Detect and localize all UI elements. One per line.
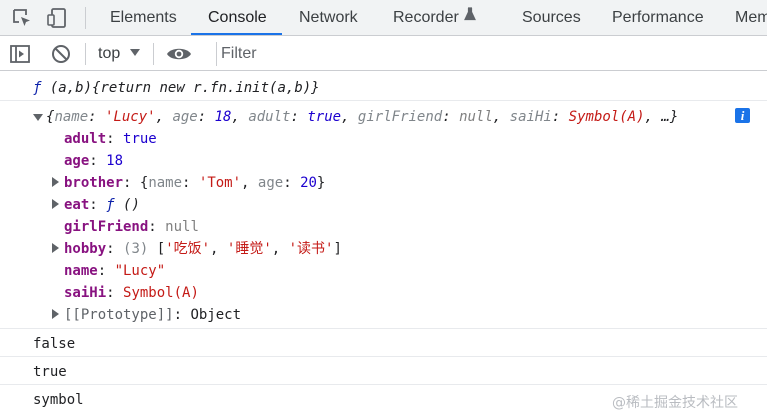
tab-performance[interactable]: Performance [612,0,704,36]
prop-saihi[interactable]: saiHi: Symbol(A) [64,282,664,304]
array-item: '吃饭' [165,241,211,257]
array-item: '睡觉' [226,241,272,257]
filter-input[interactable] [217,42,757,66]
message-divider [0,384,767,385]
prop-name[interactable]: name: "Lucy" [64,260,664,282]
prop-girlfriend[interactable]: girlFriend: null [64,216,664,238]
prop-key: name [64,263,98,279]
function-body: {return new r.fn.init(a,b)} [92,80,320,96]
prop-age[interactable]: age: 18 [64,150,664,172]
console-toolbar: top [0,36,767,71]
log-false[interactable]: false [33,333,333,355]
device-toolbar-icon[interactable] [46,7,68,29]
prop-key: brother [64,175,124,191]
summary-key-age: age [172,109,198,125]
function-params: (a,b) [49,80,93,96]
summary-key-name: name [54,109,89,125]
tab-network[interactable]: Network [299,0,358,36]
array-item: '读书' [288,241,334,257]
function-keyword: ƒ [106,197,115,213]
brace-close: } [316,175,326,191]
sidebar-toggle-icon[interactable] [9,43,31,65]
tabbar-divider [85,7,86,29]
summary-val-girlfriend: null [459,109,493,125]
prop-adult[interactable]: adult: true [64,128,664,150]
prop-key: [[Prototype]] [64,307,174,323]
prop-value: "Lucy" [114,263,166,279]
summary-val-adult: true [307,109,342,125]
inner-key-age: age [257,175,284,191]
prop-key: adult [64,131,107,147]
log-text: false [33,336,76,352]
prop-value: true [123,131,157,147]
summary-key-saihi: saiHi [509,109,552,125]
message-divider [0,328,767,329]
prop-key: age [64,153,90,169]
object-summary[interactable]: {name: 'Lucy', age: 18, adult: true, gir… [46,106,736,128]
inner-key-name: name [148,175,183,191]
toolbar-divider [153,43,154,65]
prop-key: saiHi [64,285,107,301]
function-keyword: ƒ [33,80,42,96]
tab-recorder[interactable]: Recorder [393,0,476,36]
info-icon[interactable]: i [735,108,750,123]
expand-arrow-icon[interactable] [52,309,59,319]
prop-key: girlFriend [64,219,149,235]
summary-val-name: 'Lucy' [105,109,156,125]
prop-brother[interactable]: brother: {name: 'Tom', age: 20} [64,172,664,194]
expand-arrow-icon[interactable] [52,199,59,209]
inner-val-name: 'Tom' [198,175,242,191]
summary-val-age: 18 [214,109,232,125]
eye-icon[interactable] [166,45,192,63]
devtools-tabbar: Elements Console Network Recorder Source… [0,0,767,36]
watermark: @稀土掘金技术社区 [612,395,738,411]
toolbar-divider [85,43,86,65]
prop-value: null [165,219,199,235]
filter-box [216,42,767,66]
prop-value: Symbol(A) [123,285,199,301]
tab-memory[interactable]: Mem [735,0,767,36]
inner-val-age: 20 [300,175,317,191]
tab-elements[interactable]: Elements [110,0,177,36]
log-true[interactable]: true [33,361,333,383]
tab-sources[interactable]: Sources [522,0,581,36]
prop-value: Object [190,307,242,323]
flask-icon [463,0,476,34]
prop-value: 18 [106,153,124,169]
array-count: (3) [123,241,149,257]
prop-key: hobby [64,241,107,257]
message-divider [0,100,767,101]
tab-recorder-label: Recorder [393,9,459,26]
prop-key: eat [64,197,90,213]
prop-prototype[interactable]: [[Prototype]]: Object [64,304,664,326]
prop-eat[interactable]: eat: ƒ () [64,194,664,216]
summary-key-adult: adult [248,109,291,125]
summary-key-girlfriend: girlFriend [357,109,443,125]
clear-console-icon[interactable] [50,43,72,65]
expand-arrow-icon[interactable] [33,114,43,121]
chevron-down-icon[interactable] [130,49,140,56]
context-selector[interactable]: top [98,36,120,71]
expand-arrow-icon[interactable] [52,177,59,187]
log-function[interactable]: ƒ (a,b){return new r.fn.init(a,b)} [33,77,733,99]
prop-hobby[interactable]: hobby: (3) ['吃饭', '睡觉', '读书'] [64,238,684,260]
tab-console[interactable]: Console [208,0,267,36]
bracket-close: ] [333,241,342,257]
summary-ellipsis: …} [661,109,679,125]
message-divider [0,356,767,357]
bracket-open: [ [156,241,166,257]
summary-val-saihi: Symbol(A) [568,109,645,125]
expand-arrow-icon[interactable] [52,243,59,253]
log-text: true [33,364,67,380]
inspect-element-icon[interactable] [11,7,33,29]
prop-value: () [123,197,140,213]
log-symbol[interactable]: symbol [33,389,333,411]
log-text: symbol [33,392,84,408]
active-tab-indicator [191,33,282,35]
